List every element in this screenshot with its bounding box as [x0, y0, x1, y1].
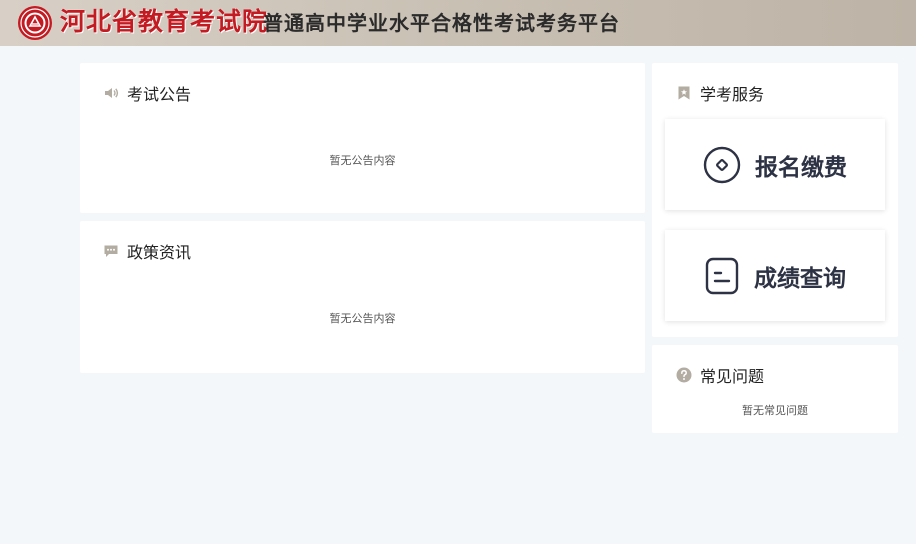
- policy-news-empty: 暂无公告内容: [329, 312, 396, 325]
- policy-news-card: 政策资讯 暂无公告内容: [80, 221, 645, 373]
- bookmark-icon: [678, 86, 690, 100]
- chat-bubble-icon: [104, 245, 118, 257]
- faq-empty: 暂无常见问题: [742, 404, 808, 417]
- document-icon: [705, 257, 739, 294]
- institute-name: 河北省教育考试院: [60, 7, 269, 36]
- faq-header: 常见问题: [676, 363, 764, 387]
- faq-title: 常见问题: [700, 367, 765, 386]
- exam-services-title: 学考服务: [700, 85, 765, 104]
- faq-card: 常见问题 暂无常见问题: [652, 345, 898, 433]
- exam-notices-header: 考试公告: [103, 81, 191, 105]
- platform-title: 普通高中学业水平合格性考试考务平台: [263, 11, 620, 35]
- exam-services-card: 学考服务 报名缴费 成绩查询: [652, 63, 898, 337]
- score-query-label: 成绩查询: [754, 265, 846, 292]
- header-banner: 河北省教育考试院 普通高中学业水平合格性考试考务平台: [0, 0, 916, 46]
- exam-notices-card: 考试公告 暂无公告内容: [80, 63, 645, 213]
- institute-seal-logo: [18, 6, 52, 40]
- register-pay-label: 报名缴费: [755, 154, 847, 181]
- register-pay-button[interactable]: 报名缴费: [665, 119, 885, 210]
- question-circle-icon: [676, 367, 692, 383]
- policy-news-title: 政策资讯: [127, 243, 192, 262]
- exam-notices-title: 考试公告: [127, 85, 192, 104]
- coin-icon: [703, 146, 741, 183]
- speaker-icon: [105, 88, 119, 98]
- exam-notices-empty: 暂无公告内容: [329, 154, 396, 167]
- policy-news-header: 政策资讯: [103, 239, 191, 263]
- score-query-button[interactable]: 成绩查询: [665, 230, 885, 321]
- exam-services-header: 学考服务: [676, 81, 764, 105]
